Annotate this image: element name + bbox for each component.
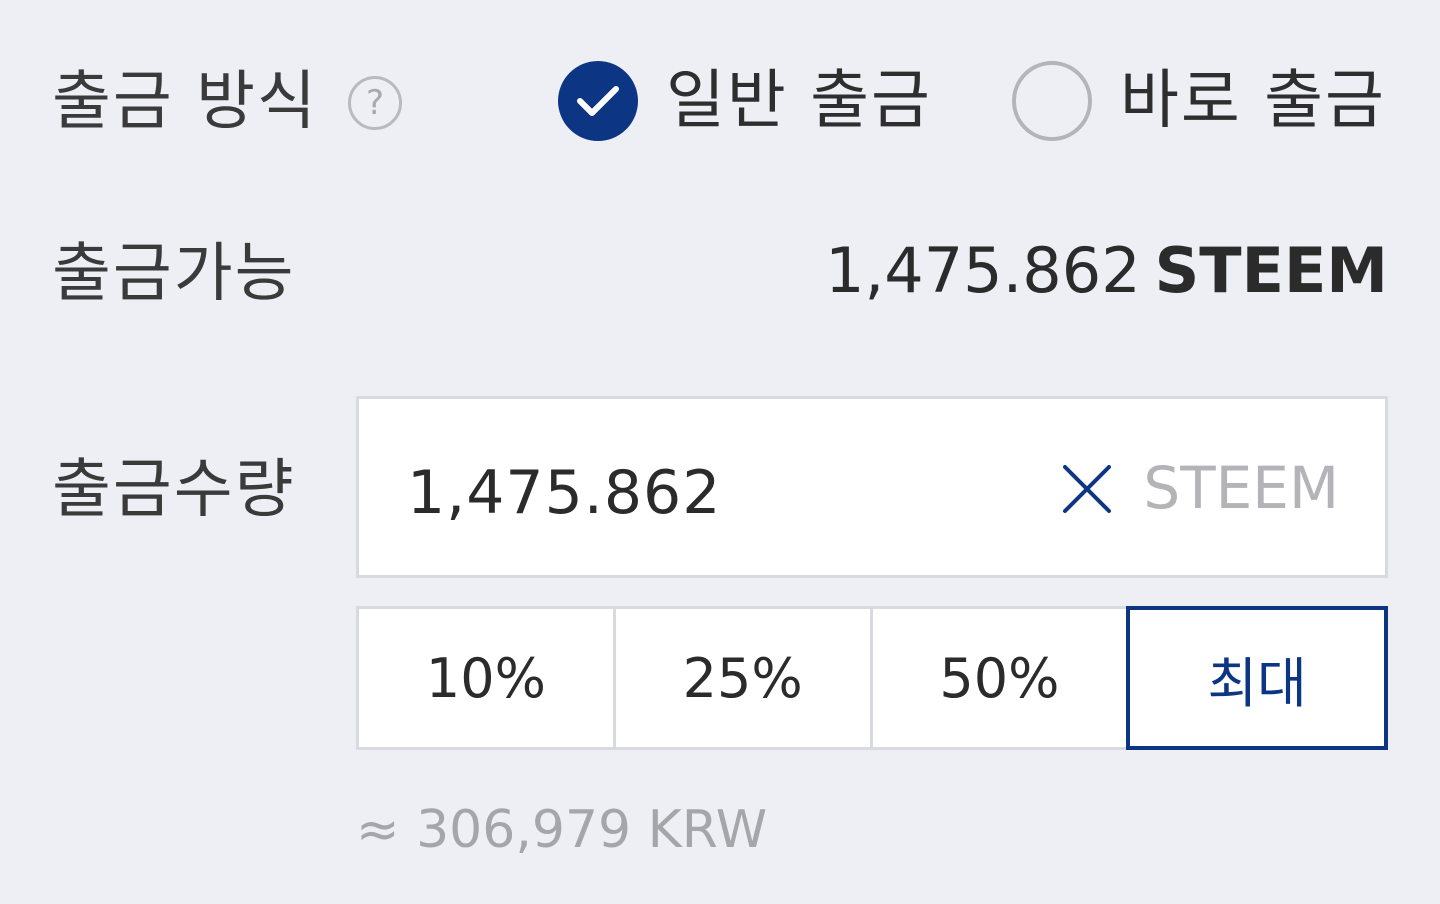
withdraw-form: 출금 방식 ? 일반 출금 바로 출금 출금가능 1,475.862 STEEM … — [0, 0, 1440, 904]
available-label: 출금가능 — [52, 237, 296, 311]
available-value: 1,475.862 STEEM — [825, 240, 1388, 302]
amount-input[interactable] — [407, 455, 967, 531]
available-unit: STEEM — [1154, 234, 1388, 307]
radio-checked-icon — [558, 61, 638, 141]
amount-field[interactable]: STEEM — [356, 396, 1388, 578]
percent-50-button[interactable]: 50% — [869, 606, 1130, 750]
radio-instant-withdraw[interactable]: 바로 출금 — [1012, 56, 1386, 146]
help-icon[interactable]: ? — [348, 76, 402, 130]
amount-unit: STEEM — [1143, 454, 1339, 522]
withdraw-method-label: 출금 방식 — [52, 65, 318, 139]
radio-normal-label: 일반 출금 — [666, 64, 932, 138]
amount-label: 출금수량 — [52, 453, 296, 527]
radio-unchecked-icon — [1012, 61, 1092, 141]
available-row: 출금가능 1,475.862 STEEM — [52, 238, 1388, 318]
max-button[interactable]: 최대 — [1126, 606, 1388, 750]
percent-button-group: 10% 25% 50% 최대 — [356, 606, 1388, 750]
percent-25-button[interactable]: 25% — [612, 606, 873, 750]
krw-estimate: ≈ 306,979 KRW — [356, 800, 768, 860]
close-icon[interactable] — [1059, 461, 1115, 517]
radio-instant-label: 바로 출금 — [1120, 64, 1386, 138]
available-amount: 1,475.862 — [825, 234, 1141, 307]
radio-normal-withdraw[interactable]: 일반 출금 — [558, 56, 932, 146]
percent-10-button[interactable]: 10% — [356, 606, 616, 750]
withdraw-method-row: 출금 방식 ? 일반 출금 바로 출금 — [52, 56, 1388, 146]
